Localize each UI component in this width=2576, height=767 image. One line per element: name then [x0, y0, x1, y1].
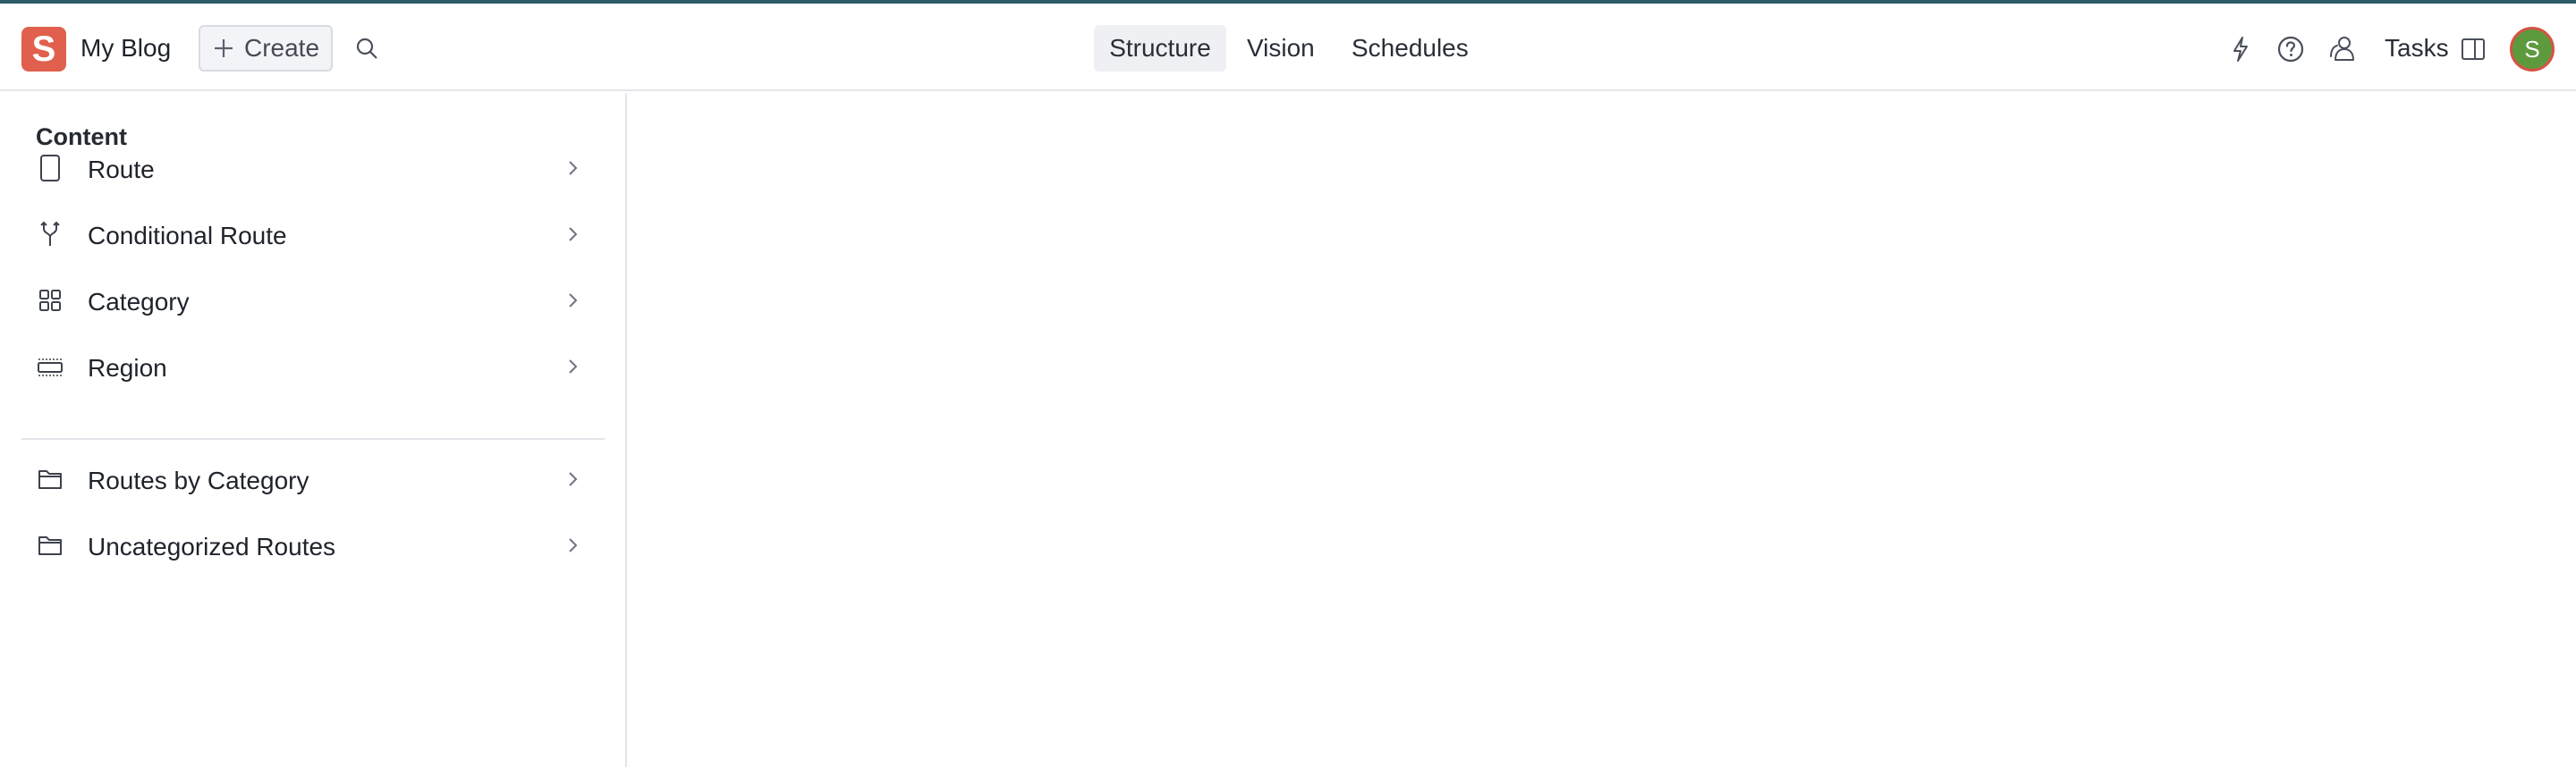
chevron-right-icon	[569, 359, 578, 374]
grid-icon	[36, 286, 64, 315]
bolt-icon	[2233, 37, 2248, 62]
create-label: Create	[243, 34, 320, 62]
tab-schedules[interactable]: Schedules	[1337, 25, 1483, 72]
plus-icon	[214, 39, 233, 57]
sidebar-item-label: Region	[88, 354, 167, 382]
help-icon	[2277, 36, 2304, 63]
sidebar-item-label: Route	[88, 156, 155, 183]
studio-logo[interactable]: S	[21, 27, 66, 72]
chevron-right-icon	[569, 472, 578, 486]
document-icon	[36, 154, 64, 182]
sidebar-item-uncategorized-routes[interactable]: Uncategorized Routes	[21, 513, 605, 577]
chevron-right-icon	[569, 293, 578, 308]
sidebar-item-label: Category	[88, 288, 190, 316]
empty-document-pane	[629, 93, 2576, 767]
chevron-right-icon	[569, 538, 578, 552]
sidebar-item-route[interactable]: Route	[21, 136, 605, 200]
sidebar-item-label: Routes by Category	[88, 467, 309, 494]
search-button[interactable]	[352, 34, 381, 63]
help-button[interactable]	[2275, 34, 2306, 64]
content-sidebar: Content Route Conditional Route Category	[0, 93, 627, 767]
tab-structure[interactable]: Structure	[1094, 25, 1226, 72]
panel-toggle-button[interactable]	[2458, 34, 2488, 64]
users-icon	[2330, 37, 2354, 61]
presence-button[interactable]	[2327, 34, 2358, 64]
chevron-right-icon	[569, 227, 578, 241]
sidebar-divider	[21, 438, 605, 440]
folder-icon	[36, 531, 64, 560]
bolt-button[interactable]	[2225, 34, 2256, 64]
sidebar-item-label: Conditional Route	[88, 222, 287, 249]
app-header: S My Blog Create Structure Vision Schedu…	[0, 4, 2576, 91]
avatar-initial: S	[2524, 35, 2540, 63]
folder-icon	[36, 465, 64, 493]
create-button[interactable]: Create	[199, 25, 333, 72]
tab-vision[interactable]: Vision	[1233, 25, 1329, 72]
sidebar-item-conditional-route[interactable]: Conditional Route	[21, 202, 605, 266]
sidebar-item-category[interactable]: Category	[21, 268, 605, 333]
branch-icon	[36, 220, 64, 249]
project-title[interactable]: My Blog	[80, 34, 171, 63]
tasks-button[interactable]: Tasks	[2385, 34, 2449, 63]
logo-letter: S	[31, 29, 56, 69]
search-icon	[356, 38, 377, 59]
sidebar-item-label: Uncategorized Routes	[88, 533, 336, 560]
user-avatar[interactable]: S	[2510, 27, 2555, 72]
sidebar-item-routes-by-category[interactable]: Routes by Category	[21, 447, 605, 511]
chevron-right-icon	[569, 161, 578, 175]
split-panel-icon	[2462, 38, 2485, 60]
region-icon	[36, 352, 64, 381]
sidebar-item-region[interactable]: Region	[21, 334, 605, 399]
